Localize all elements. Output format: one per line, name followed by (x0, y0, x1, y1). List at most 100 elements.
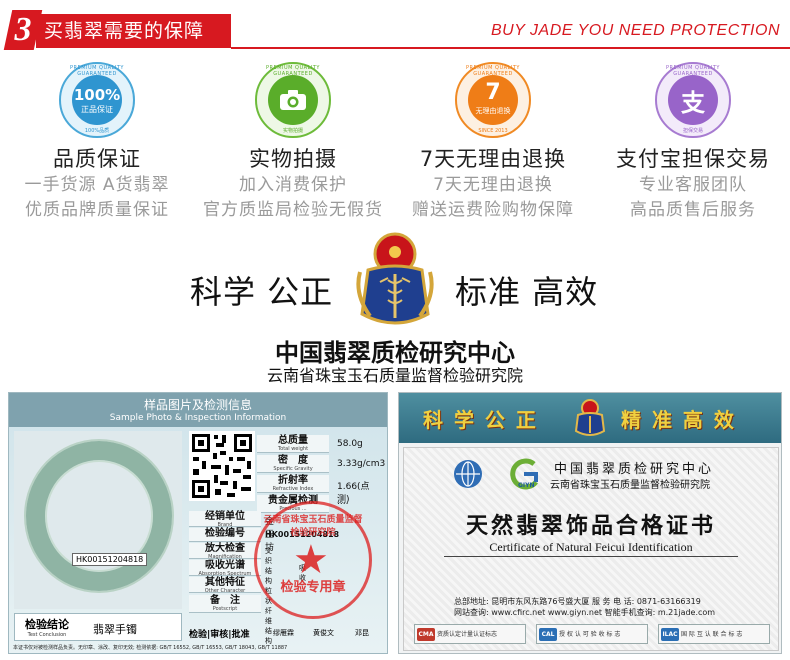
badge-bottom-text: 100%品质 (84, 128, 110, 134)
institute-name: 云南省珠宝玉石质量监督检验研究院 (550, 480, 710, 491)
contact-info: 总部地址: 昆明市东风东路76号盛大厦 服 务 电 话: 0871-631663… (454, 596, 715, 618)
mark-text: 资质认定计量认证标志 (437, 631, 498, 638)
header-title-bar: 买翡翠需要的保障 (36, 14, 231, 48)
certificate-footnote: 本证书仅对被检测样品负责。无印章、涂改、复印无效; 检测依据: GB/T 165… (13, 645, 288, 651)
qr-code (189, 431, 255, 501)
badge-sub-text: 正品保证 (81, 105, 113, 114)
star-icon: ★ (293, 537, 329, 583)
banner-right-text: 精 准 高 效 (621, 408, 736, 432)
quality-emblem-icon (356, 232, 434, 325)
feature-desc-2: 赠送运费险购物保障 (412, 200, 574, 220)
certificate-subtitle: Sample Photo & Inspection Information (109, 413, 287, 423)
row-label: 总质量 Total weight (257, 435, 329, 453)
feature-photo: PREMIUM QUALITY GUARANTEED 实物拍摄 实物拍摄 加入消… (198, 62, 388, 223)
cal-badge: CAL (539, 628, 557, 641)
section-title-en: BUY JADE YOU NEED PROTECTION (490, 22, 780, 39)
accreditation-marks: CMA 资质认定计量认证标志 CAL 授 权 认 可 验 收 标 志 ILAC … (414, 624, 770, 646)
badge-main-text: 支 (681, 89, 705, 117)
badge-arc-text: PREMIUM QUALITY GUARANTEED (70, 65, 124, 77)
giyn-text: GIYN (518, 482, 535, 489)
stamp-arc-text: 云南省珠宝玉石质量监督检验研究院 (263, 515, 363, 538)
header-rule (231, 47, 790, 49)
website-line: 网站查询: www.cfirc.net www.giyn.net 智能手机查询:… (454, 608, 716, 617)
globe-logo-icon (454, 460, 482, 488)
row-label: 吸收光谱 Absorption Spectrum (189, 560, 261, 577)
badge-arc-text: PREMIUM QUALITY GUARANTEED (266, 65, 320, 77)
feature-desc-1: 专业客服团队 (639, 175, 747, 195)
section-header: 3 买翡翠需要的保障 BUY JADE YOU NEED PROTECTION (0, 0, 790, 60)
camera-icon: PREMIUM QUALITY GUARANTEED 实物拍摄 (255, 62, 331, 138)
feature-title: 品质保证 (53, 147, 141, 171)
conclusion-label: 检验结论 Test Conclusion (25, 618, 69, 638)
slogan-left: 科学 公正 (190, 273, 334, 311)
badge-arc-text: PREMIUM QUALITY GUARANTEED (666, 65, 720, 77)
cal-mark: CAL 授 权 认 可 验 收 标 志 (536, 624, 648, 644)
badge-main-text: 100% (73, 86, 121, 104)
institute-name: 云南省珠宝玉石质量监督检验研究院 (266, 366, 523, 385)
sample-code: HK00151204818 (72, 553, 148, 566)
row-value: 58.0g (337, 439, 363, 449)
quality-emblem-icon (574, 399, 606, 436)
slogan-right: 标准 高效 (455, 273, 599, 311)
center-name: 中国翡翠质检研究中心 (554, 462, 715, 477)
sample-photo: HK00151204818 (14, 431, 182, 609)
feature-desc-1: 7天无理由退换 (433, 175, 553, 195)
feature-desc-2: 高品质售后服务 (630, 200, 756, 220)
row-value: 3.33g/cm3 (337, 459, 386, 469)
banner-left-text: 科 学 公 正 (423, 408, 538, 432)
signature-row: 检验|审核|批准 缪雁霖 黄俊文 邓昆 (189, 625, 384, 643)
natural-jade-certificate: 科 学 公 正 精 准 高 效 GIYN 中国翡翠质检研究中心 云南省珠宝玉石质… (398, 392, 782, 654)
address-line: 总部地址: 昆明市东风东路76号盛大厦 服 务 电 话: 0871-631663… (454, 597, 701, 606)
row-value: .... (337, 497, 349, 507)
ilac-mark: ILAC 国 际 互 认 联 合 标 志 (658, 624, 770, 644)
mark-text: 授 权 认 可 验 收 标 志 (559, 631, 621, 638)
feature-alipay: PREMIUM QUALITY GUARANTEED 支 担保交易 支付宝担保交… (598, 62, 788, 223)
cma-mark: CMA 资质认定计量认证标志 (414, 624, 526, 644)
certificate-title-en: Certificate of Natural Feicui Identifica… (489, 540, 693, 554)
feature-title: 实物拍摄 (249, 147, 337, 171)
badge-main-text: 7 (485, 80, 501, 105)
signer-name: 邓昆 (355, 629, 369, 637)
mark-text: 国 际 互 认 联 合 标 志 (681, 631, 743, 638)
row-label: 折射率 Refractive Index (257, 475, 329, 493)
badge-bottom-text: 担保交易 (682, 128, 703, 134)
row-label: 检验编号 (189, 528, 261, 542)
signature-label: 检验|审核|批准 (189, 630, 250, 640)
jade-bangle-image (26, 441, 172, 591)
row-label: 密 度 Specific Gravity (257, 455, 329, 473)
seven-day-icon: PREMIUM QUALITY GUARANTEED 7 无理由退换 SINCE… (455, 62, 531, 138)
certificate-header: 样品图片及检测信息 Sample Photo & Inspection Info… (9, 393, 387, 427)
cma-badge: CMA (417, 628, 435, 641)
feature-return: PREMIUM QUALITY GUARANTEED 7 无理由退换 SINCE… (398, 62, 588, 223)
row-label: 备 注 Postscript (189, 595, 261, 613)
feature-title: 支付宝担保交易 (616, 147, 770, 171)
badge-sub-text: 无理由退换 (475, 107, 511, 115)
shield-100-icon: PREMIUM QUALITY GUARANTEED 100% 正品保证 100… (59, 62, 135, 138)
certificate-title: 样品图片及检测信息 (143, 398, 252, 412)
feature-title: 7天无理由退换 (419, 147, 567, 171)
inspection-stamp: 云南省珠宝玉石质量监督检验研究院 ★ 检验专用章 (254, 501, 372, 619)
feature-desc-2: 官方质监局检验无假货 (203, 200, 383, 220)
feature-desc-2: 优质品牌质量保证 (25, 200, 169, 220)
inspection-certificate: 样品图片及检测信息 Sample Photo & Inspection Info… (8, 392, 388, 654)
feature-quality: PREMIUM QUALITY GUARANTEED 100% 正品保证 100… (2, 62, 192, 223)
badge-bottom-text: SINCE 2013 (478, 128, 508, 134)
signer-name: 黄俊文 (313, 629, 334, 637)
signer-name: 缪雁霖 (273, 629, 294, 637)
badge-bottom-text: 实物拍摄 (282, 128, 303, 134)
stamp-text: 检验专用章 (280, 580, 346, 595)
feature-desc-1: 一手货源 A货翡翠 (24, 175, 170, 195)
row-label: 放大检查 Magnification (189, 543, 261, 560)
alipay-icon: PREMIUM QUALITY GUARANTEED 支 担保交易 (655, 62, 731, 138)
row-label: 其他特征 Other Character (189, 577, 261, 594)
certificate-body: GIYN 中国翡翠质检研究中心 云南省珠宝玉石质量监督检验研究院 天然翡翠饰品合… (403, 447, 779, 651)
section-title: 买翡翠需要的保障 (44, 20, 205, 42)
certificate-title: 天然翡翠饰品合格证书 (465, 514, 716, 539)
section-number: 3 (14, 11, 32, 48)
feature-desc-1: 加入消费保护 (239, 175, 347, 195)
title-rule (444, 556, 738, 557)
row-label: 经销单位 Brand (189, 511, 261, 528)
ilac-badge: ILAC (661, 628, 679, 641)
badge-arc-text: PREMIUM QUALITY GUARANTEED (466, 65, 520, 77)
conclusion-value: 翡翠手镯 (93, 623, 137, 636)
